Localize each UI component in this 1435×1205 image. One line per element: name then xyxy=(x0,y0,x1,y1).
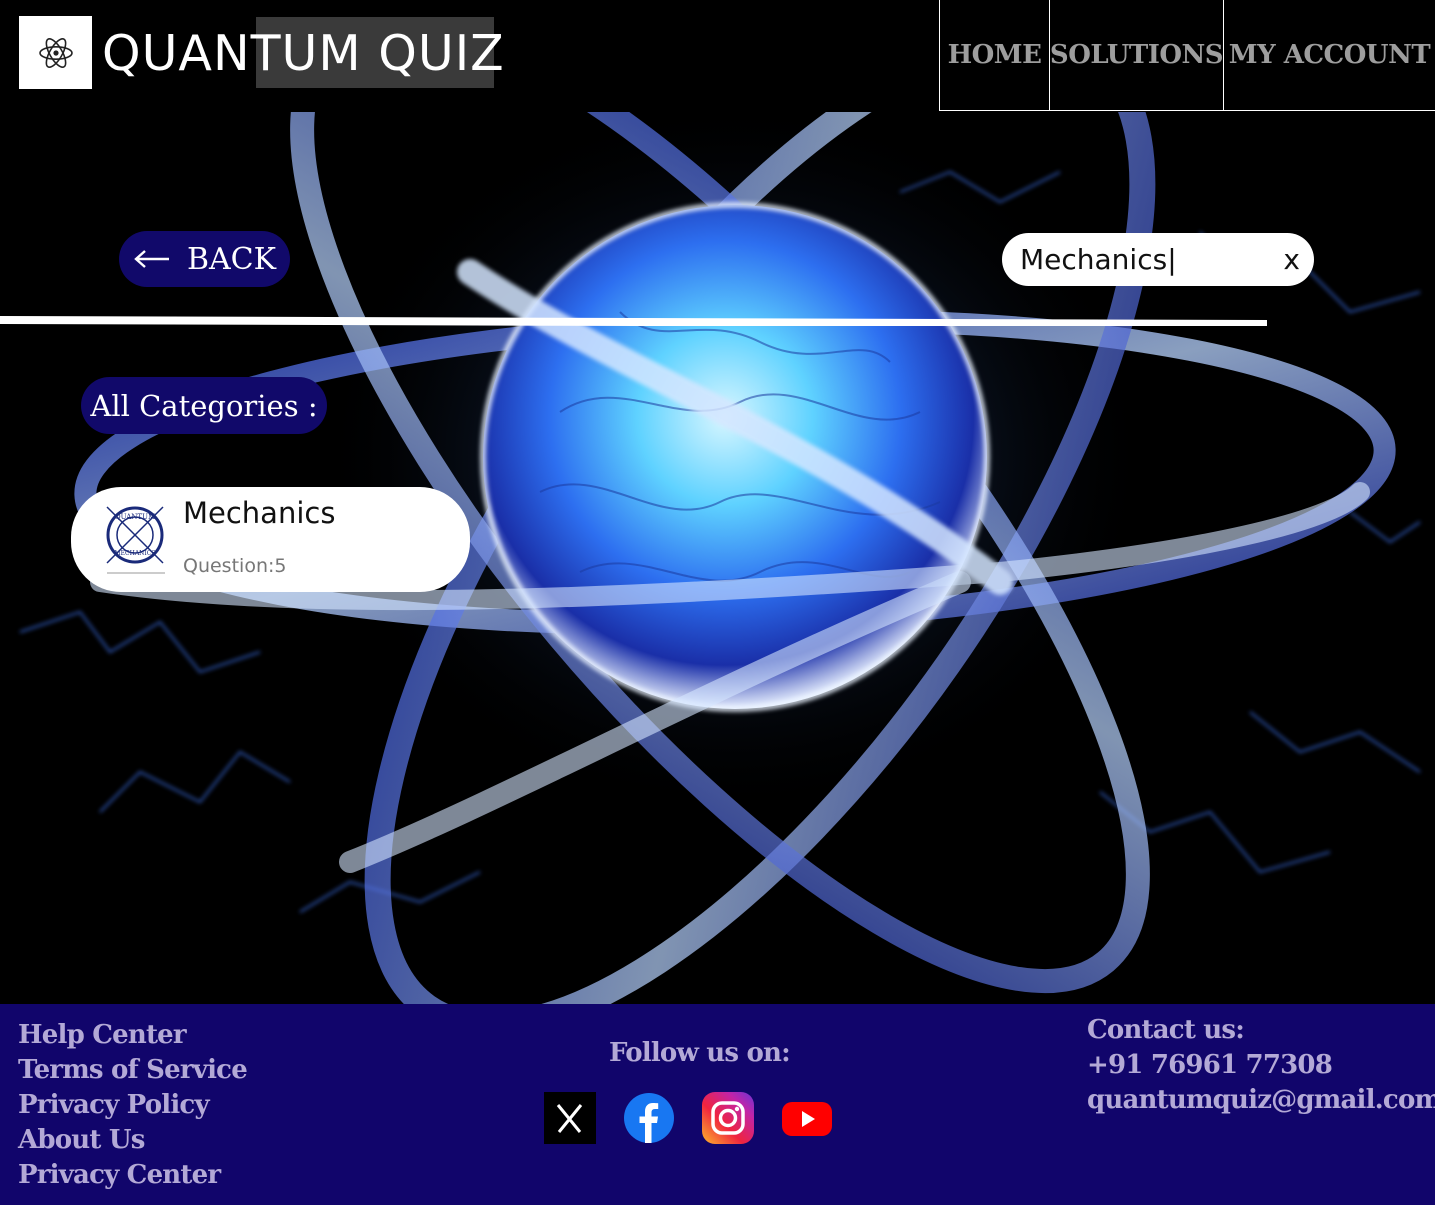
contact-phone[interactable]: +91 76961 77308 xyxy=(1087,1048,1435,1083)
nav-my-account[interactable]: MY ACCOUNT xyxy=(1223,0,1435,111)
search-field[interactable]: x xyxy=(1002,233,1314,286)
instagram-icon[interactable] xyxy=(702,1092,754,1144)
category-name: Mechanics xyxy=(183,496,336,530)
nav-home[interactable]: HOME xyxy=(939,0,1049,111)
atom-icon xyxy=(38,37,73,68)
categories-heading: All Categories : xyxy=(81,377,327,434)
back-button[interactable]: BACK xyxy=(119,231,290,287)
about-us-link[interactable]: About Us xyxy=(18,1123,247,1158)
contact-block: Contact us: +91 76961 77308 quantumquiz@… xyxy=(1087,1013,1435,1118)
svg-text:MECHANICS: MECHANICS xyxy=(114,550,155,557)
category-card[interactable]: QUANTUM MECHANICS Mechanics Question:5 xyxy=(71,487,470,592)
facebook-icon[interactable] xyxy=(623,1092,675,1144)
x-icon[interactable] xyxy=(544,1092,596,1144)
help-center-link[interactable]: Help Center xyxy=(18,1018,247,1053)
clear-search-button[interactable]: x xyxy=(1283,243,1300,276)
youtube-icon[interactable] xyxy=(781,1092,833,1144)
search-input[interactable] xyxy=(1020,239,1270,279)
nav-solutions[interactable]: SOLUTIONS xyxy=(1049,0,1224,111)
quantum-mechanics-logo: QUANTUM MECHANICS xyxy=(106,506,165,574)
footer-links: Help Center Terms of Service Privacy Pol… xyxy=(18,1018,248,1193)
brand-title[interactable]: QUANTUM QUIZ xyxy=(102,22,505,86)
arrow-left-icon xyxy=(133,242,171,277)
divider-line xyxy=(0,316,1267,326)
site-footer: Help Center Terms of Service Privacy Pol… xyxy=(0,1004,1435,1205)
back-label: BACK xyxy=(186,241,277,277)
contact-heading: Contact us: xyxy=(1087,1015,1245,1045)
privacy-policy-link[interactable]: Privacy Policy xyxy=(18,1088,247,1123)
site-header: QUANTUM QUIZ HOME SOLUTIONS MY ACCOUNT xyxy=(0,0,1435,112)
follow-heading: Follow us on: xyxy=(609,1038,791,1068)
question-count: Question:5 xyxy=(183,555,287,577)
logo[interactable] xyxy=(19,16,92,89)
contact-email[interactable]: quantumquiz@gmail.com xyxy=(1087,1083,1435,1118)
terms-of-service-link[interactable]: Terms of Service xyxy=(18,1053,248,1088)
main-nav: HOME SOLUTIONS MY ACCOUNT xyxy=(939,0,1435,111)
svg-text:QUANTUM: QUANTUM xyxy=(115,513,155,521)
privacy-center-link[interactable]: Privacy Center xyxy=(18,1158,247,1193)
